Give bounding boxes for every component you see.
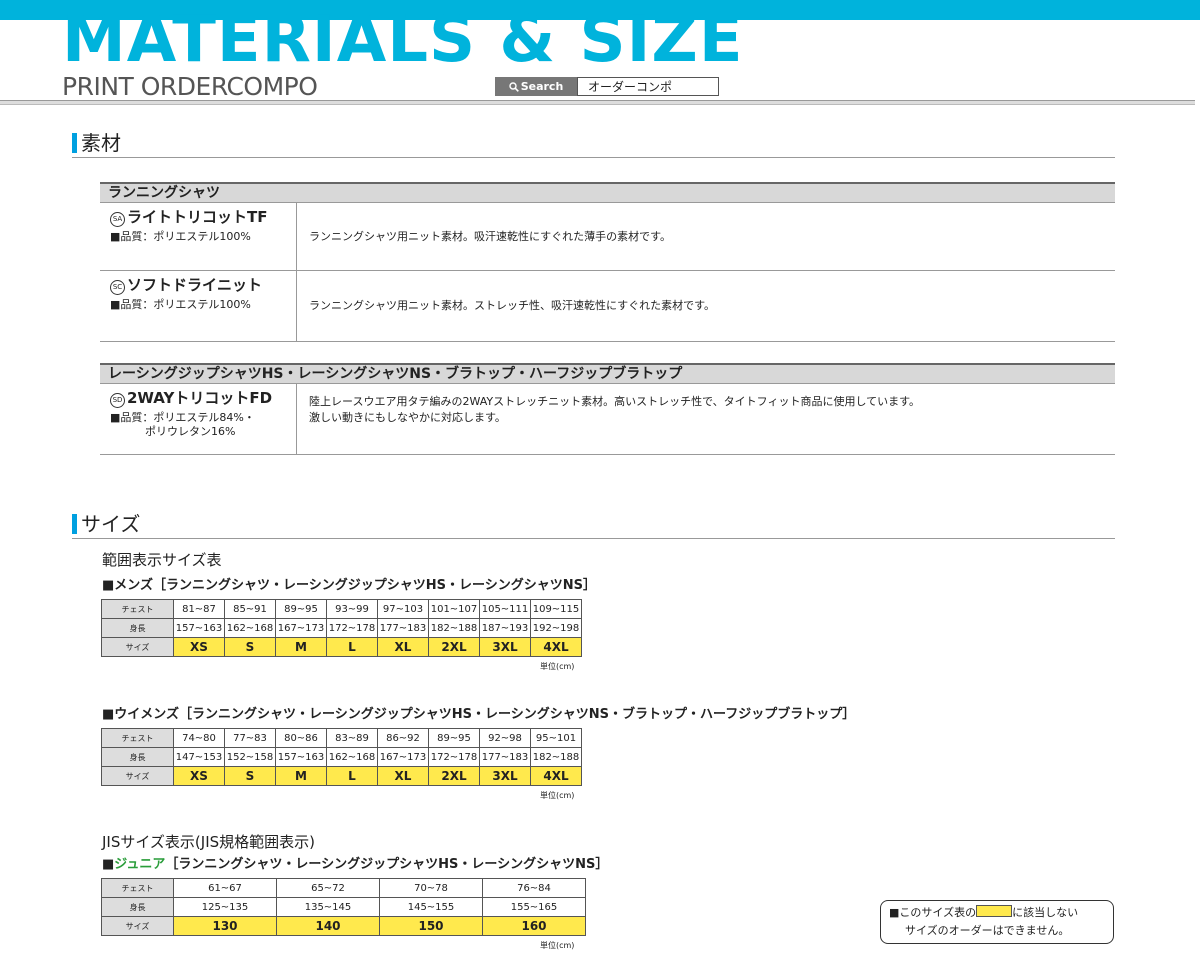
material-code-badge: SA	[110, 212, 125, 227]
unit-label: 単位(cm)	[540, 662, 575, 671]
range-size-heading: 範囲表示サイズ表	[102, 551, 222, 569]
material-code-badge: SD	[110, 393, 125, 408]
material-group-title: レーシングジップシャツHS・レーシングシャツNS・ブラトップ・ハーフジップブラト…	[100, 363, 1115, 384]
material-quality: ■品質：ポリエステル100%	[110, 298, 251, 311]
table-row-height: 身長 147~153 152~158 157~163 162~168 167~173 17…	[101, 747, 582, 767]
search-label: Search	[520, 80, 564, 93]
heading-bar	[72, 514, 77, 534]
material-code-badge: SC	[110, 280, 125, 295]
material-name: SD 2WAYトリコットFD	[110, 389, 296, 408]
material-description: ランニングシャツ用ニット素材。吸汗速乾性にすぐれた薄手の素材です。	[309, 229, 672, 243]
junior-table-title: ■ジュニア［ランニングシャツ・レーシングジップシャツHS・レーシングシャツNS］	[102, 857, 609, 872]
jis-size-heading: JISサイズ表示(JIS規格範囲表示)	[102, 833, 315, 851]
material-group-title: ランニングシャツ	[100, 182, 1115, 203]
womens-size-table: チェスト 74~80 77~83 80~86 83~89 86~92 89~95 92~98…	[101, 728, 582, 786]
materials-heading: 素材	[72, 131, 1115, 158]
mens-table-title: ■メンズ［ランニングシャツ・レーシングジップシャツHS・レーシングシャツNS］	[102, 578, 596, 593]
search-box[interactable]: Search オーダーコンポ	[495, 77, 719, 96]
table-row-size: サイズ XS S M L XL 2XL 3XL 4XL	[101, 766, 582, 786]
material-description: ランニングシャツ用ニット素材。ストレッチ性、吸汗速乾性にすぐれた素材です。	[309, 299, 716, 312]
material-row: SD 2WAYトリコットFD ■品質：ポリエステル84%・ ポリウレタン16% 陸上…	[100, 384, 1115, 455]
page-subtitle: PRINT ORDERCOMPO	[62, 72, 318, 101]
search-icon	[509, 81, 519, 92]
heading-bar	[72, 133, 77, 153]
table-row-chest: チェスト 81~87 85~91 89~95 93~99 97~103 101~107 10…	[101, 599, 582, 619]
table-row-height: 身長 157~163 162~168 167~173 172~178 177~183 18…	[101, 618, 582, 638]
table-row-size: サイズ XS S M L XL 2XL 3XL 4XL	[101, 637, 582, 657]
womens-table-title: ■ウイメンズ［ランニングシャツ・レーシングジップシャツHS・レーシングシャツNS…	[102, 707, 856, 722]
junior-size-table: チェスト 61~67 65~72 70~78 76~84 身長 125~135 135~…	[101, 878, 586, 936]
material-row: SA ライトトリコットTF ■品質：ポリエステル100% ランニングシャツ用ニット…	[100, 203, 1115, 271]
highlight-swatch	[976, 905, 1013, 917]
material-row: SC ソフトドライニット ■品質：ポリエステル100% ランニングシャツ用ニット素…	[100, 271, 1115, 342]
unit-label: 単位(cm)	[540, 941, 575, 950]
material-group-running: ランニングシャツ SA ライトトリコットTF ■品質：ポリエステル100% ランニ…	[100, 182, 1115, 342]
unit-label: 単位(cm)	[540, 791, 575, 800]
material-quality: ■品質：ポリエステル84%・ ポリウレタン16%	[110, 411, 255, 438]
mens-size-table: チェスト 81~87 85~91 89~95 93~99 97~103 101~107 10…	[101, 599, 582, 657]
material-description: 陸上レースウエア用タテ編みの2WAYストレッチニット素材。高いストレッチ性で、タ…	[309, 395, 921, 424]
search-input[interactable]: オーダーコンポ	[577, 77, 719, 96]
material-name: SA ライトトリコットTF	[110, 208, 296, 227]
table-row-height: 身長 125~135 135~145 145~155 155~165	[101, 897, 586, 917]
table-row-chest: チェスト 61~67 65~72 70~78 76~84	[101, 878, 586, 898]
table-row-size: サイズ 130 140 150 160	[101, 916, 586, 936]
material-group-racing: レーシングジップシャツHS・レーシングシャツNS・ブラトップ・ハーフジップブラト…	[100, 363, 1115, 455]
table-row-chest: チェスト 74~80 77~83 80~86 83~89 86~92 89~95 92~98…	[101, 728, 582, 748]
size-note-box: ■このサイズ表の に該当しない サイズのオーダーはできません。	[880, 900, 1114, 944]
search-button[interactable]: Search	[495, 77, 577, 96]
material-name: SC ソフトドライニット	[110, 276, 296, 295]
header-divider	[0, 100, 1195, 105]
material-quality: ■品質：ポリエステル100%	[110, 230, 251, 243]
size-heading: サイズ	[72, 512, 1115, 539]
page-title: MATERIALS & SIZE	[62, 3, 744, 77]
